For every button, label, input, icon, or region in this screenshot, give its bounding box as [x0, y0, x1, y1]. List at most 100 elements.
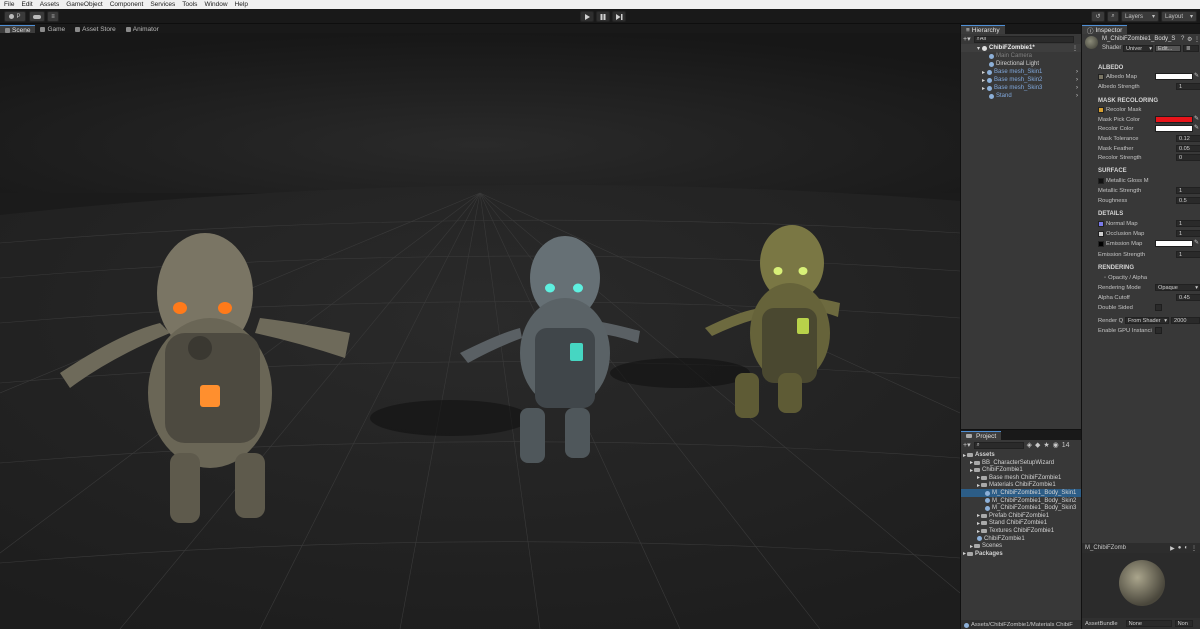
emission-strength-input[interactable]: 1	[1176, 251, 1200, 258]
hierarchy-search-input[interactable]: ⌕ All	[973, 35, 1074, 43]
menu-assets[interactable]: Assets	[40, 1, 60, 8]
texture-thumb-icon[interactable]	[1098, 231, 1104, 237]
hierarchy-root[interactable]: ▾ ChibiFZombie1* ⋮	[961, 44, 1081, 52]
more-icon[interactable]: ⋮	[1194, 36, 1200, 43]
mask-pick-color-swatch[interactable]	[1155, 116, 1193, 123]
scene-view[interactable]	[0, 33, 960, 629]
menu-tools[interactable]: Tools	[182, 1, 197, 8]
project-search-input[interactable]: ⌕	[973, 441, 1024, 449]
step-button[interactable]	[612, 11, 626, 22]
metallic-strength-input[interactable]: 1	[1176, 187, 1200, 194]
cloud-button[interactable]	[29, 11, 45, 22]
hierarchy-item[interactable]: Directional Light	[961, 60, 1081, 68]
play-button[interactable]	[580, 11, 594, 22]
help-icon[interactable]: ?	[1181, 36, 1184, 42]
hierarchy-item[interactable]: ▸ Base mesh_Skin1 ›	[961, 68, 1081, 76]
chevron-right-icon[interactable]: ▸	[977, 482, 980, 489]
gpu-instancing-checkbox[interactable]	[1155, 327, 1162, 334]
chevron-right-icon[interactable]: ▸	[963, 550, 966, 557]
eyedropper-icon[interactable]: ✎	[1194, 72, 1199, 79]
rendering-mode-dropdown[interactable]: Opaque ▾	[1155, 284, 1200, 291]
emission-color-swatch[interactable]	[1155, 240, 1193, 247]
collab-button[interactable]: ≡	[47, 11, 59, 22]
more-icon[interactable]: ⋮	[1072, 45, 1078, 52]
light-icon[interactable]: ◐	[1184, 545, 1188, 551]
eyedropper-icon[interactable]: ✎	[1194, 124, 1199, 131]
alpha-cutoff-input[interactable]: 0.45	[1176, 294, 1200, 301]
texture-thumb-icon[interactable]	[1098, 74, 1104, 80]
recolor-color-swatch[interactable]	[1155, 125, 1193, 132]
menu-edit[interactable]: Edit	[21, 1, 32, 8]
texture-thumb-icon[interactable]	[1098, 221, 1104, 227]
texture-slot-icon[interactable]: ◦	[1104, 275, 1106, 281]
hierarchy-item[interactable]: Stand ›	[961, 92, 1081, 100]
occlusion-map-input[interactable]: 1	[1176, 230, 1200, 237]
menu-component[interactable]: Component	[110, 1, 144, 8]
chevron-right-icon[interactable]: ▸	[970, 467, 973, 474]
chevron-right-icon[interactable]: ▸	[977, 512, 980, 519]
menu-help[interactable]: Help	[235, 1, 248, 8]
edit-shader-button[interactable]: Edit...	[1155, 45, 1181, 52]
shader-options-dropdown[interactable]: ≣	[1183, 45, 1199, 52]
eyedropper-icon[interactable]: ✎	[1194, 239, 1199, 246]
chevron-right-icon[interactable]: ▸	[982, 77, 985, 84]
hierarchy-item[interactable]: ▸ Base mesh_Skin2 ›	[961, 76, 1081, 84]
asset-bundle-dropdown[interactable]: None	[1125, 620, 1172, 627]
chevron-right-icon[interactable]: ▸	[982, 69, 985, 76]
mask-tolerance-input[interactable]: 0.12	[1176, 135, 1200, 142]
search-button[interactable]: ⌕	[1107, 11, 1119, 22]
layers-dropdown[interactable]: Layers ▾	[1121, 11, 1159, 22]
visibility-icon[interactable]: ◉	[1053, 441, 1059, 449]
chevron-right-icon[interactable]: ▸	[977, 474, 980, 481]
chevron-right-icon[interactable]: ▸	[977, 528, 980, 535]
label-icon[interactable]: ◆	[1035, 441, 1040, 449]
chevron-right-icon[interactable]: ▸	[982, 85, 985, 92]
history-button[interactable]: ↺	[1091, 11, 1105, 22]
chevron-right-icon[interactable]: ▸	[970, 543, 973, 550]
menu-file[interactable]: File	[4, 1, 14, 8]
albedo-strength-input[interactable]: 1	[1176, 83, 1200, 90]
mask-feather-input[interactable]: 0.05	[1176, 145, 1200, 152]
hierarchy-item[interactable]: ▸ Base mesh_Skin3 ›	[961, 84, 1081, 92]
add-icon[interactable]: +▾	[963, 441, 971, 449]
menu-window[interactable]: Window	[204, 1, 227, 8]
double-sided-checkbox[interactable]	[1155, 304, 1162, 311]
project-tree-item[interactable]: ▸ Packages	[961, 550, 1081, 558]
layout-dropdown[interactable]: Layout ▾	[1161, 11, 1197, 22]
tab-project[interactable]: Project	[961, 431, 1002, 440]
account-dropdown[interactable]: P	[4, 11, 26, 22]
tab-hierarchy[interactable]: ≡ Hierarchy	[961, 25, 1005, 34]
add-icon[interactable]: +▾	[963, 35, 971, 43]
chevron-right-icon[interactable]: ›	[1076, 77, 1078, 83]
scene-viewport[interactable]	[0, 33, 960, 629]
filter-icon[interactable]: ◈	[1027, 441, 1032, 449]
asset-bundle-variant-dropdown[interactable]: Non	[1174, 620, 1193, 627]
chevron-right-icon[interactable]: ▸	[977, 520, 980, 527]
pause-button[interactable]	[596, 11, 610, 22]
normal-map-input[interactable]: 1	[1176, 220, 1200, 227]
hierarchy-item[interactable]: Main Camera	[961, 52, 1081, 60]
play-icon[interactable]: ▶	[1170, 545, 1175, 552]
settings-icon[interactable]: ⚙	[1187, 36, 1192, 43]
render-queue-dropdown[interactable]: From Shader ▾	[1125, 317, 1169, 324]
recolor-strength-input[interactable]: 0	[1176, 154, 1200, 161]
sphere-icon[interactable]: ●	[1178, 545, 1182, 551]
chevron-right-icon[interactable]: ▸	[963, 452, 966, 459]
eyedropper-icon[interactable]: ✎	[1194, 115, 1199, 122]
render-queue-input[interactable]: 2000	[1171, 317, 1200, 324]
chevron-right-icon[interactable]: ▸	[970, 459, 973, 466]
texture-thumb-icon[interactable]	[1098, 178, 1104, 184]
albedo-color-swatch[interactable]	[1155, 73, 1193, 80]
menu-services[interactable]: Services	[150, 1, 175, 8]
star-icon[interactable]: ★	[1043, 441, 1049, 449]
menu-gameobject[interactable]: GameObject	[66, 1, 103, 8]
chevron-right-icon[interactable]: ›	[1076, 93, 1078, 99]
tab-inspector[interactable]: ⓘ Inspector	[1082, 25, 1128, 35]
shader-dropdown[interactable]: Univer ▾	[1123, 45, 1153, 52]
roughness-input[interactable]: 0.5	[1176, 197, 1200, 204]
chevron-right-icon[interactable]: ›	[1076, 85, 1078, 91]
texture-thumb-icon[interactable]	[1098, 107, 1104, 113]
material-preview-area[interactable]	[1082, 553, 1200, 618]
chevron-right-icon[interactable]: ›	[1076, 69, 1078, 75]
more-icon[interactable]: ⋮	[1191, 545, 1197, 552]
